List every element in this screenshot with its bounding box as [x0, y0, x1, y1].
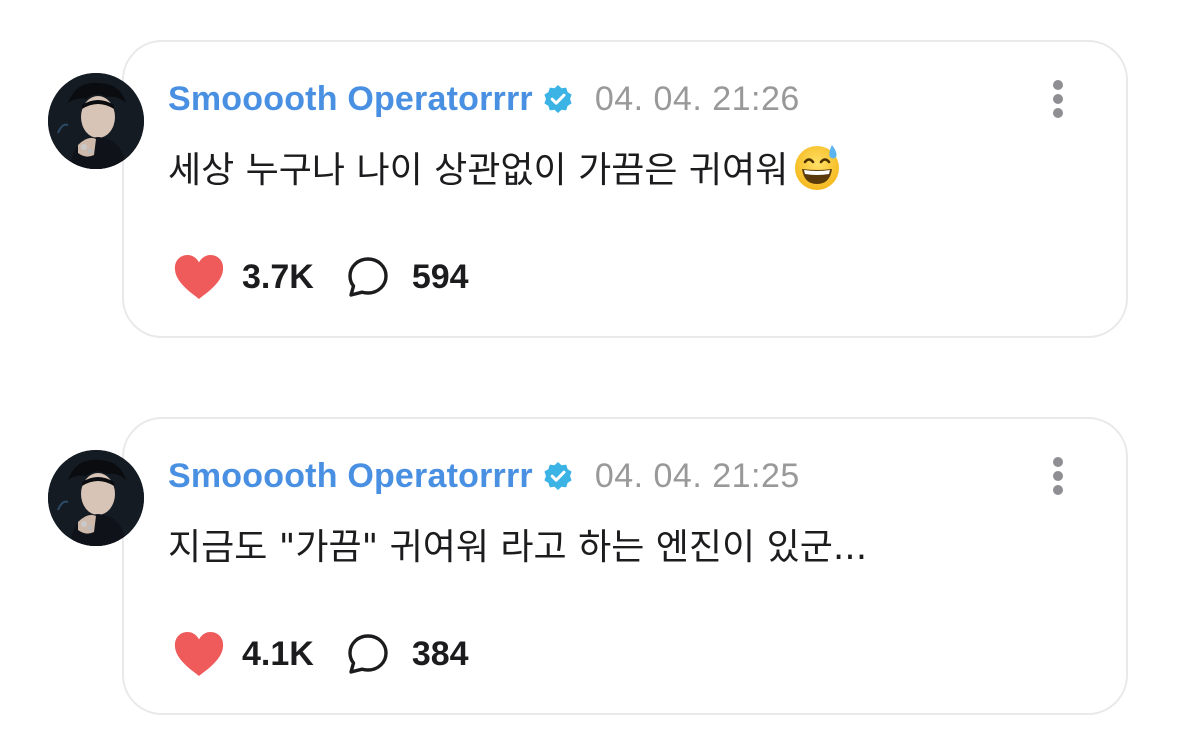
verified-badge-icon: [543, 84, 573, 114]
avatar[interactable]: [48, 73, 144, 169]
more-vertical-icon[interactable]: [1046, 457, 1070, 497]
comment-post: Smooooth Operatorrrr 04. 04. 21:25 지금도 "…: [0, 417, 1179, 717]
post-text-content: 지금도 "가끔" 귀여워 라고 하는 엔진이 있군...: [168, 527, 868, 568]
username[interactable]: Smooooth Operatorrrr: [168, 80, 533, 119]
username[interactable]: Smooooth Operatorrrr: [168, 457, 533, 496]
timestamp: 04. 04. 21:25: [594, 456, 800, 495]
heart-icon[interactable]: [172, 253, 226, 301]
post-actions: 4.1K 384: [172, 629, 469, 679]
post-text: 지금도 "가끔" 귀여워 라고 하는 엔진이 있군...: [168, 518, 867, 570]
verified-badge-icon: [543, 461, 573, 491]
comment-bubble-icon[interactable]: [346, 632, 390, 676]
more-vertical-icon[interactable]: [1046, 80, 1070, 120]
comment-count: 384: [411, 634, 469, 673]
comment-bubble-icon[interactable]: [346, 255, 390, 299]
comment-post: Smooooth Operatorrrr 04. 04. 21:26 세상 누구…: [0, 40, 1179, 340]
post-header: Smooooth Operatorrrr 04. 04. 21:25: [168, 454, 800, 498]
comment-count: 594: [411, 257, 469, 296]
grinning-face-with-sweat-icon: [792, 142, 842, 192]
like-count: 3.7K: [242, 257, 314, 296]
post-actions: 3.7K 594: [172, 252, 469, 302]
post-text-content: 세상 누구나 나이 상관없이 가끔은 귀여워: [168, 150, 789, 191]
post-text: 세상 누구나 나이 상관없이 가끔은 귀여워: [168, 141, 842, 193]
like-count: 4.1K: [242, 634, 314, 673]
avatar[interactable]: [48, 450, 144, 546]
post-header: Smooooth Operatorrrr 04. 04. 21:26: [168, 77, 800, 121]
timestamp: 04. 04. 21:26: [594, 79, 800, 118]
heart-icon[interactable]: [172, 630, 226, 678]
